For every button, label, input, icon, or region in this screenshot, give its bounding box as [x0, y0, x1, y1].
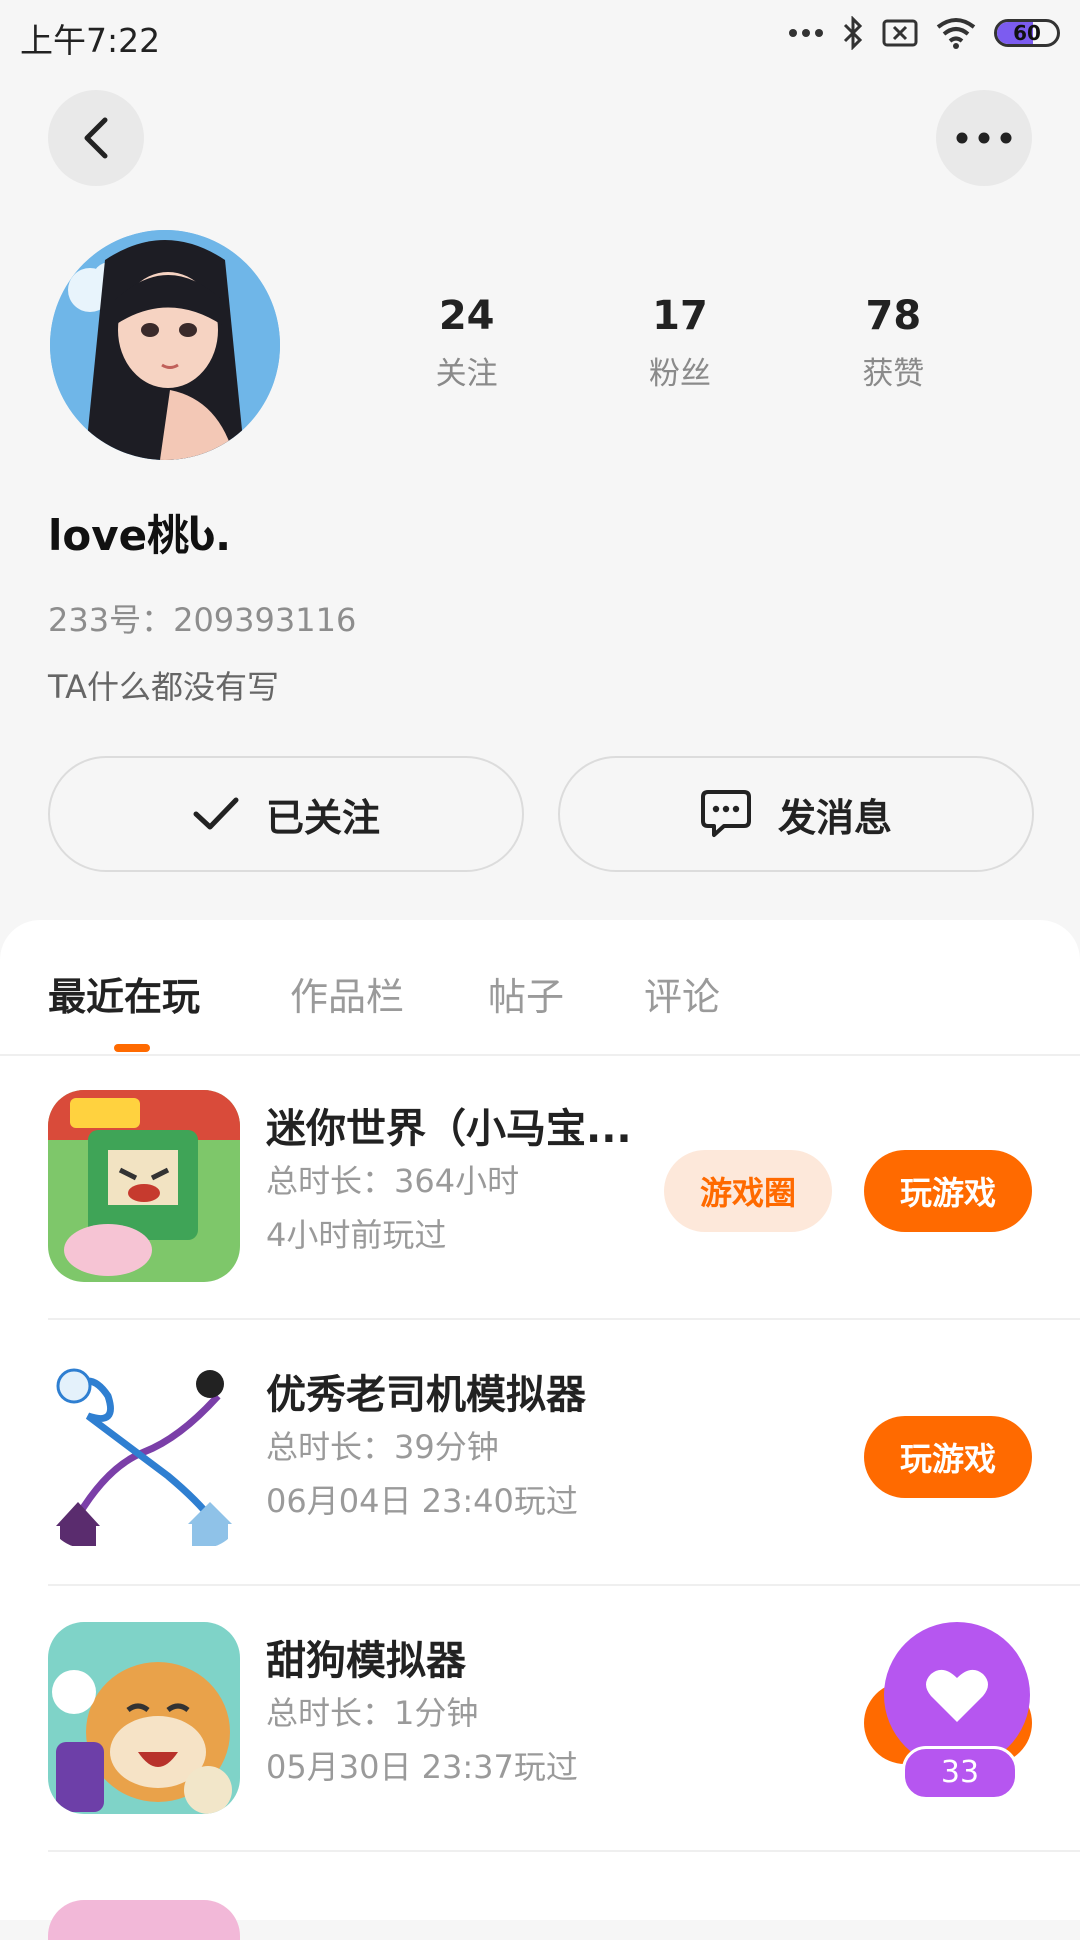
more-dots-icon [789, 29, 823, 37]
game-playtime: 总时长：364小时 [266, 1162, 520, 1200]
battery-level: 60 [1013, 21, 1041, 45]
sim-icon [882, 19, 918, 47]
game-icon-partial [48, 1900, 240, 1940]
game-icon-driver-simulator[interactable] [48, 1356, 240, 1548]
stat-label: 关注 [435, 356, 498, 392]
tab-works[interactable]: 作品栏 [290, 966, 404, 1021]
followed-label: 已关注 [265, 795, 380, 840]
game-last-played: 4小时前玩过 [266, 1216, 447, 1254]
battery-icon: 60 [994, 19, 1060, 47]
tab-posts[interactable]: 帖子 [488, 966, 564, 1021]
heart-icon [926, 1669, 988, 1722]
tab-recently-played[interactable]: 最近在玩 [48, 966, 200, 1021]
status-time: 上午7:22 [20, 21, 161, 60]
game-title: 优秀老司机模拟器 [266, 1372, 586, 1418]
game-title: 甜狗模拟器 [266, 1638, 466, 1684]
game-last-played: 06月04日 23:40玩过 [266, 1482, 578, 1520]
tab-indicator [114, 1044, 150, 1052]
divider [48, 1850, 1080, 1852]
game-playtime: 总时长：39分钟 [266, 1428, 499, 1466]
more-horizontal-icon [956, 132, 1012, 144]
checkmark-icon [193, 797, 239, 830]
wifi-icon [936, 18, 976, 49]
stat-followers[interactable]: 17 粉丝 [573, 290, 786, 393]
user-id: 233号：209393116 [48, 601, 357, 639]
bluetooth-icon [843, 16, 863, 50]
bio: TA什么都没有写 [48, 668, 279, 706]
game-playtime: 总时长：1分钟 [266, 1694, 479, 1732]
stat-label: 粉丝 [648, 356, 711, 392]
stat-value: 78 [865, 293, 922, 339]
stat-following[interactable]: 24 关注 [360, 290, 573, 393]
status-bar: 上午7:22 60 [0, 0, 1080, 70]
send-message-button[interactable]: 发消息 [558, 756, 1034, 872]
chat-bubble-icon [700, 790, 751, 837]
followed-button[interactable]: 已关注 [48, 756, 524, 872]
stat-value: 24 [438, 293, 495, 339]
list-item[interactable]: 甜狗模拟器 总时长：1分钟 05月30日 23:37玩过 玩游戏 [48, 1586, 1080, 1852]
floating-like-count: 33 [902, 1746, 1018, 1800]
tab-comments[interactable]: 评论 [644, 966, 720, 1021]
back-arrow-icon [84, 117, 108, 159]
profile-stats: 24 关注 17 粉丝 78 获赞 [360, 290, 1000, 393]
game-icon-mini-world[interactable] [48, 1090, 240, 1282]
game-title: 迷你世界（小马宝... [266, 1106, 632, 1152]
play-game-button[interactable]: 玩游戏 [864, 1150, 1032, 1232]
back-button[interactable] [48, 90, 144, 186]
list-item[interactable]: 迷你世界（小马宝... 总时长：364小时 4小时前玩过 游戏圈 玩游戏 [48, 1054, 1080, 1320]
send-message-label: 发消息 [777, 795, 892, 840]
game-circle-button[interactable]: 游戏圈 [664, 1150, 832, 1232]
game-icon-sweet-dog-simulator[interactable] [48, 1622, 240, 1814]
more-options-button[interactable] [936, 90, 1032, 186]
game-last-played: 05月30日 23:37玩过 [266, 1748, 578, 1786]
stat-label: 获赞 [862, 356, 925, 392]
stat-likes[interactable]: 78 获赞 [787, 290, 1000, 393]
tab-bar: 最近在玩 作品栏 帖子 评论 [0, 920, 1080, 1056]
list-item[interactable]: 优秀老司机模拟器 总时长：39分钟 06月04日 23:40玩过 玩游戏 [48, 1320, 1080, 1586]
nickname: love桃Ⴑ. [48, 511, 232, 560]
stat-value: 17 [652, 293, 708, 339]
play-game-button[interactable]: 玩游戏 [864, 1416, 1032, 1498]
avatar[interactable] [50, 230, 280, 460]
